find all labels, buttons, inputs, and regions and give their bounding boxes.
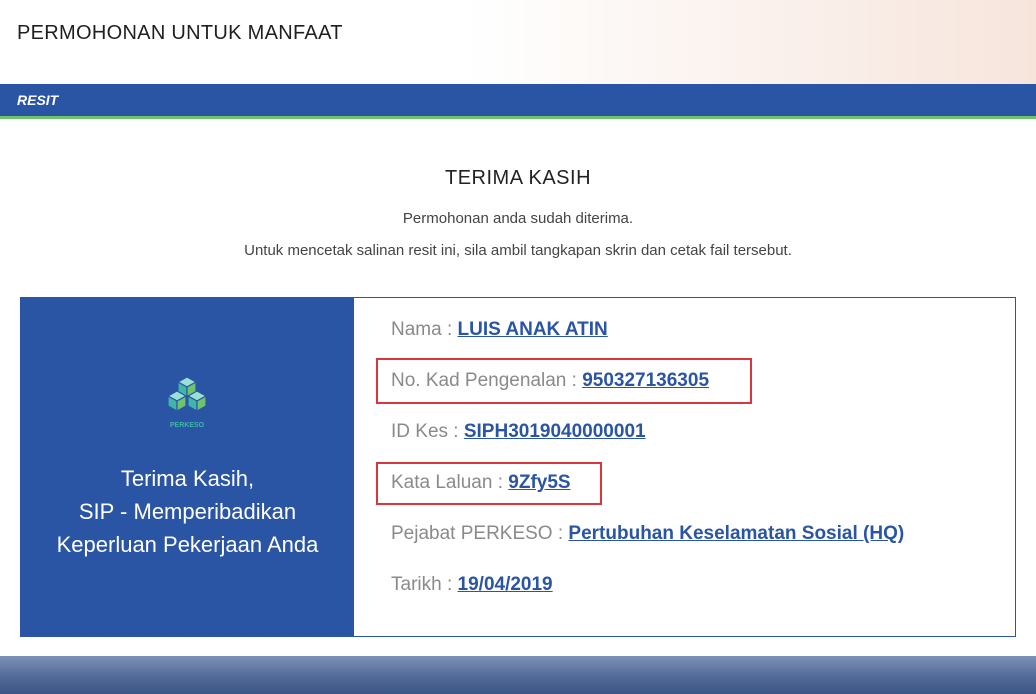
perkeso-logo-text: PERKESO — [170, 422, 205, 429]
field-case-id: ID Kes : SIPH3019040000001 — [391, 421, 646, 443]
confirmation-title: TERIMA KASIH — [444, 167, 592, 189]
field-nama-value[interactable]: LUIS ANAK ATIN — [458, 319, 608, 340]
section-bar: RESIT — [0, 84, 1036, 119]
page-footer — [0, 656, 1036, 694]
field-office: Pejabat PERKESO : Pertubuhan Keselamatan… — [391, 523, 904, 545]
page-title: PERMOHONAN UNTUK MANFAAT — [17, 22, 343, 44]
print-instruction: Untuk mencetak salinan resit ini, sila a… — [244, 242, 792, 259]
field-ic: No. Kad Pengenalan : 950327136305 — [391, 370, 709, 392]
receipt-card-banner: PERKESO Terima Kasih, SIP - Memperibadik… — [21, 298, 354, 636]
banner-line-2: SIP - Memperibadikan — [78, 499, 297, 524]
field-ic-value[interactable]: 950327136305 — [582, 370, 709, 391]
banner-message: Terima Kasih, SIP - Memperibadikan Keper… — [21, 462, 354, 561]
field-password-value[interactable]: 9Zfy5S — [508, 472, 570, 493]
field-ic-label: No. Kad Pengenalan : — [391, 370, 583, 391]
field-date-label: Tarikh : — [391, 574, 458, 595]
field-password: Kata Laluan : 9Zfy5S — [391, 472, 571, 494]
confirmation-message: Permohonan anda sudah diterima. — [402, 210, 634, 227]
field-date: Tarikh : 19/04/2019 — [391, 574, 553, 596]
field-office-label: Pejabat PERKESO : — [391, 523, 569, 544]
field-date-value[interactable]: 19/04/2019 — [458, 574, 553, 595]
field-nama: Nama : LUIS ANAK ATIN — [391, 319, 608, 341]
receipt-details: Nama : LUIS ANAK ATIN No. Kad Pengenalan… — [354, 298, 1015, 636]
field-case-id-value[interactable]: SIPH3019040000001 — [464, 421, 646, 442]
section-label: RESIT — [17, 92, 59, 108]
banner-line-1: Terima Kasih, — [120, 466, 255, 491]
banner-line-3: Keperluan Pekerjaan Anda — [56, 532, 319, 557]
page-header: PERMOHONAN UNTUK MANFAAT — [0, 0, 1036, 84]
field-password-label: Kata Laluan : — [391, 472, 509, 493]
field-case-id-label: ID Kes : — [391, 421, 464, 442]
field-office-value[interactable]: Pertubuhan Keselamatan Sosial (HQ) — [568, 523, 904, 544]
receipt-card: PERKESO Terima Kasih, SIP - Memperibadik… — [20, 297, 1016, 637]
perkeso-logo: PERKESO — [166, 376, 208, 429]
field-nama-label: Nama : — [391, 319, 458, 340]
